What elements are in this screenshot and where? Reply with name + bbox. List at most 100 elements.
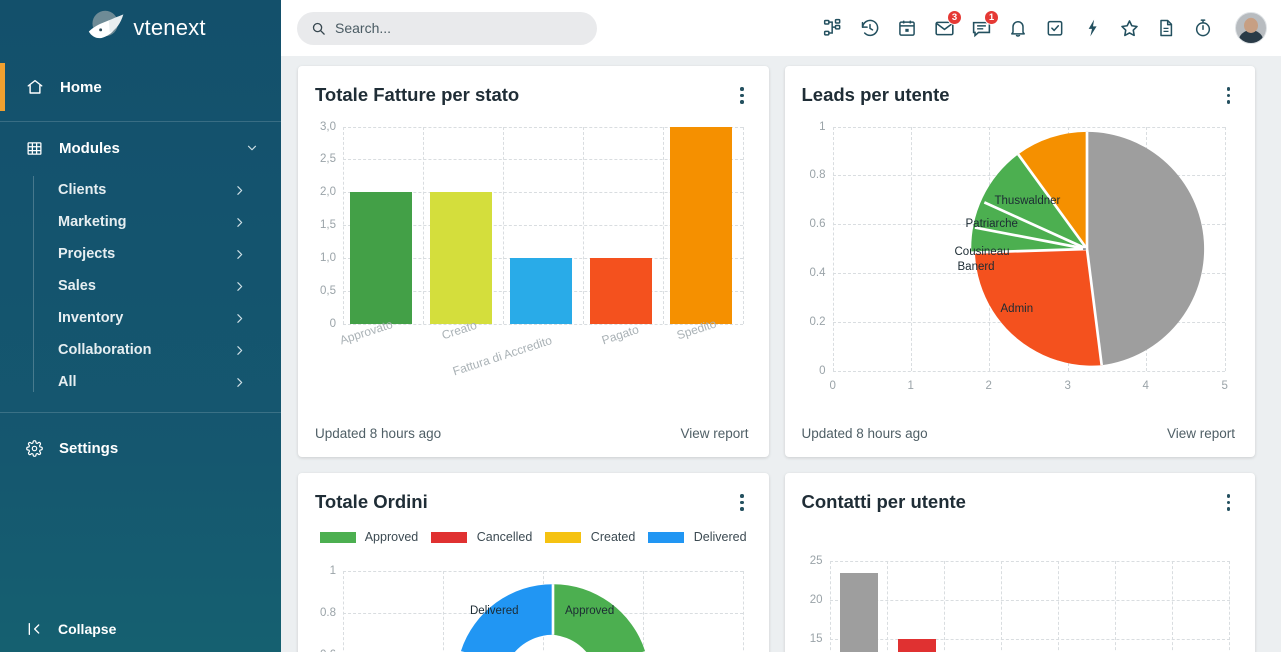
history-icon[interactable] <box>859 17 881 39</box>
legend-item-approved[interactable]: Approved <box>319 529 419 544</box>
sidebar-item-home-label: Home <box>60 78 102 96</box>
search-icon <box>311 21 326 36</box>
pie-label-patriarche: Patriarche <box>965 217 1018 230</box>
view-report-link[interactable]: View report <box>680 426 748 441</box>
chevron-right-icon[interactable] <box>233 344 246 357</box>
collapse-left-icon <box>26 621 42 637</box>
xtick: 2 <box>985 379 992 392</box>
gear-icon <box>26 439 43 457</box>
chevron-right-icon[interactable] <box>233 216 246 229</box>
chevron-down-icon[interactable] <box>245 141 259 155</box>
legend-label: Delivered <box>693 529 747 544</box>
pie-label-banerd: Banerd <box>957 260 995 273</box>
task-checklist-icon[interactable] <box>1044 17 1066 39</box>
sidebar-item-projects[interactable]: Projects <box>33 238 281 270</box>
ytick: 3,0 <box>320 120 336 133</box>
kebab-menu-icon[interactable] <box>735 84 749 107</box>
sidebar-item-modules[interactable]: Modules <box>0 122 281 174</box>
sidebar-item-all-label: All <box>58 374 77 390</box>
chart-legend: Approved Cancelled Created Delivered <box>298 530 769 544</box>
timer-icon[interactable] <box>1192 17 1214 39</box>
legend-item-cancelled[interactable]: Cancelled <box>431 530 532 544</box>
grid-icon <box>26 140 43 157</box>
sidebar-item-clients-label: Clients <box>58 182 107 198</box>
topbar-icon-group: 3 1 <box>822 10 1267 44</box>
donut-label-delivered: Delivered <box>470 604 519 617</box>
sidebar-item-settings[interactable]: Settings <box>0 425 281 471</box>
chevron-right-icon[interactable] <box>233 280 246 293</box>
chat-icon[interactable]: 1 <box>970 10 999 39</box>
kebab-menu-icon[interactable] <box>1222 84 1236 107</box>
widget-totale-ordini: Totale Ordini Approved Cancelled Created… <box>298 473 769 652</box>
sidebar-item-marketing[interactable]: Marketing <box>33 206 281 238</box>
sidebar-submenu: Clients Marketing Projects Sales Invento… <box>0 174 281 398</box>
chart-pie-leads: - Admin Banerd Cousineau Patriarche Thus… <box>785 109 1256 427</box>
app-root: vtenext Home Modules Clients Marketing P… <box>0 0 1281 652</box>
chevron-right-icon[interactable] <box>233 184 246 197</box>
legend-item-created[interactable]: Created <box>545 530 635 544</box>
bar-category-label: Fattura di Accredito <box>451 332 554 378</box>
sidebar-item-projects-label: Projects <box>58 246 116 262</box>
bar-approvato <box>350 192 412 324</box>
sidebar-item-settings-label: Settings <box>59 439 119 457</box>
ytick: 0.4 <box>809 266 826 279</box>
sidebar-item-clients[interactable]: Clients <box>33 174 281 206</box>
chat-badge: 1 <box>984 10 999 25</box>
legend-swatch <box>319 531 356 543</box>
sidebar-item-inventory[interactable]: Inventory <box>33 302 281 334</box>
collapse-sidebar-button[interactable]: Collapse <box>0 606 281 652</box>
xtick: 1 <box>907 379 914 392</box>
widget-contatti-per-utente: Contatti per utente 25 20 15 <box>784 473 1256 652</box>
ytick: 0.8 <box>809 169 826 182</box>
sidebar-item-modules-label: Modules <box>59 139 120 157</box>
sidebar-divider-2 <box>0 412 281 413</box>
chart-donut-ordini: Approved Cancelled Created Delivered 1 0… <box>298 516 769 652</box>
avatar[interactable] <box>1235 12 1267 44</box>
star-icon[interactable] <box>1118 17 1140 39</box>
sidebar-item-all[interactable]: All <box>33 366 281 398</box>
bar-spedito <box>670 126 732 324</box>
kebab-menu-icon[interactable] <box>735 491 749 514</box>
ytick: 0 <box>819 364 826 377</box>
bell-icon[interactable] <box>1007 17 1029 39</box>
chart-bar-contatti: 25 20 15 <box>785 516 1256 652</box>
page-title: Leads per utente <box>801 84 950 105</box>
xtick: 0 <box>829 379 836 392</box>
search-input[interactable] <box>335 20 583 36</box>
dashboard-grid: Totale Fatture per stato 3,0 2,5 2,0 1,5… <box>281 56 1281 652</box>
search-bar[interactable] <box>297 11 597 45</box>
calendar-icon[interactable] <box>896 17 918 39</box>
legend-item-delivered[interactable]: Delivered <box>648 529 747 544</box>
chevron-right-icon[interactable] <box>233 376 246 389</box>
mail-icon[interactable]: 3 <box>933 10 962 39</box>
org-chart-icon[interactable] <box>822 17 844 39</box>
ytick: 15 <box>809 632 823 645</box>
xtick: 4 <box>1142 379 1149 392</box>
home-icon <box>26 78 44 96</box>
ytick: 1,5 <box>320 219 336 231</box>
chevron-right-icon[interactable] <box>233 312 246 325</box>
card-header: Totale Fatture per stato <box>298 66 769 109</box>
ytick: 25 <box>809 554 823 567</box>
legend-swatch <box>431 531 468 543</box>
kebab-menu-icon[interactable] <box>1222 491 1236 514</box>
legend-swatch <box>648 531 685 543</box>
chevron-right-icon[interactable] <box>233 248 246 261</box>
ytick: 0.6 <box>320 649 336 652</box>
ytick: 0.6 <box>809 218 826 231</box>
sidebar-item-collaboration[interactable]: Collaboration <box>33 334 281 366</box>
mail-badge: 3 <box>947 10 962 25</box>
legend-swatch <box>545 531 582 543</box>
ytick: 1,0 <box>320 251 336 264</box>
brand[interactable]: vtenext <box>0 0 281 56</box>
card-header: Leads per utente <box>785 66 1256 109</box>
sidebar-item-sales[interactable]: Sales <box>33 270 281 302</box>
document-icon[interactable] <box>1155 17 1177 39</box>
ytick: 1 <box>329 564 336 577</box>
ytick: 0.2 <box>809 315 826 328</box>
sidebar-item-home[interactable]: Home <box>0 63 281 111</box>
ytick: 1 <box>819 120 826 133</box>
legend-label: Approved <box>364 529 419 544</box>
lightning-icon[interactable] <box>1081 17 1103 39</box>
view-report-link[interactable]: View report <box>1167 426 1235 441</box>
